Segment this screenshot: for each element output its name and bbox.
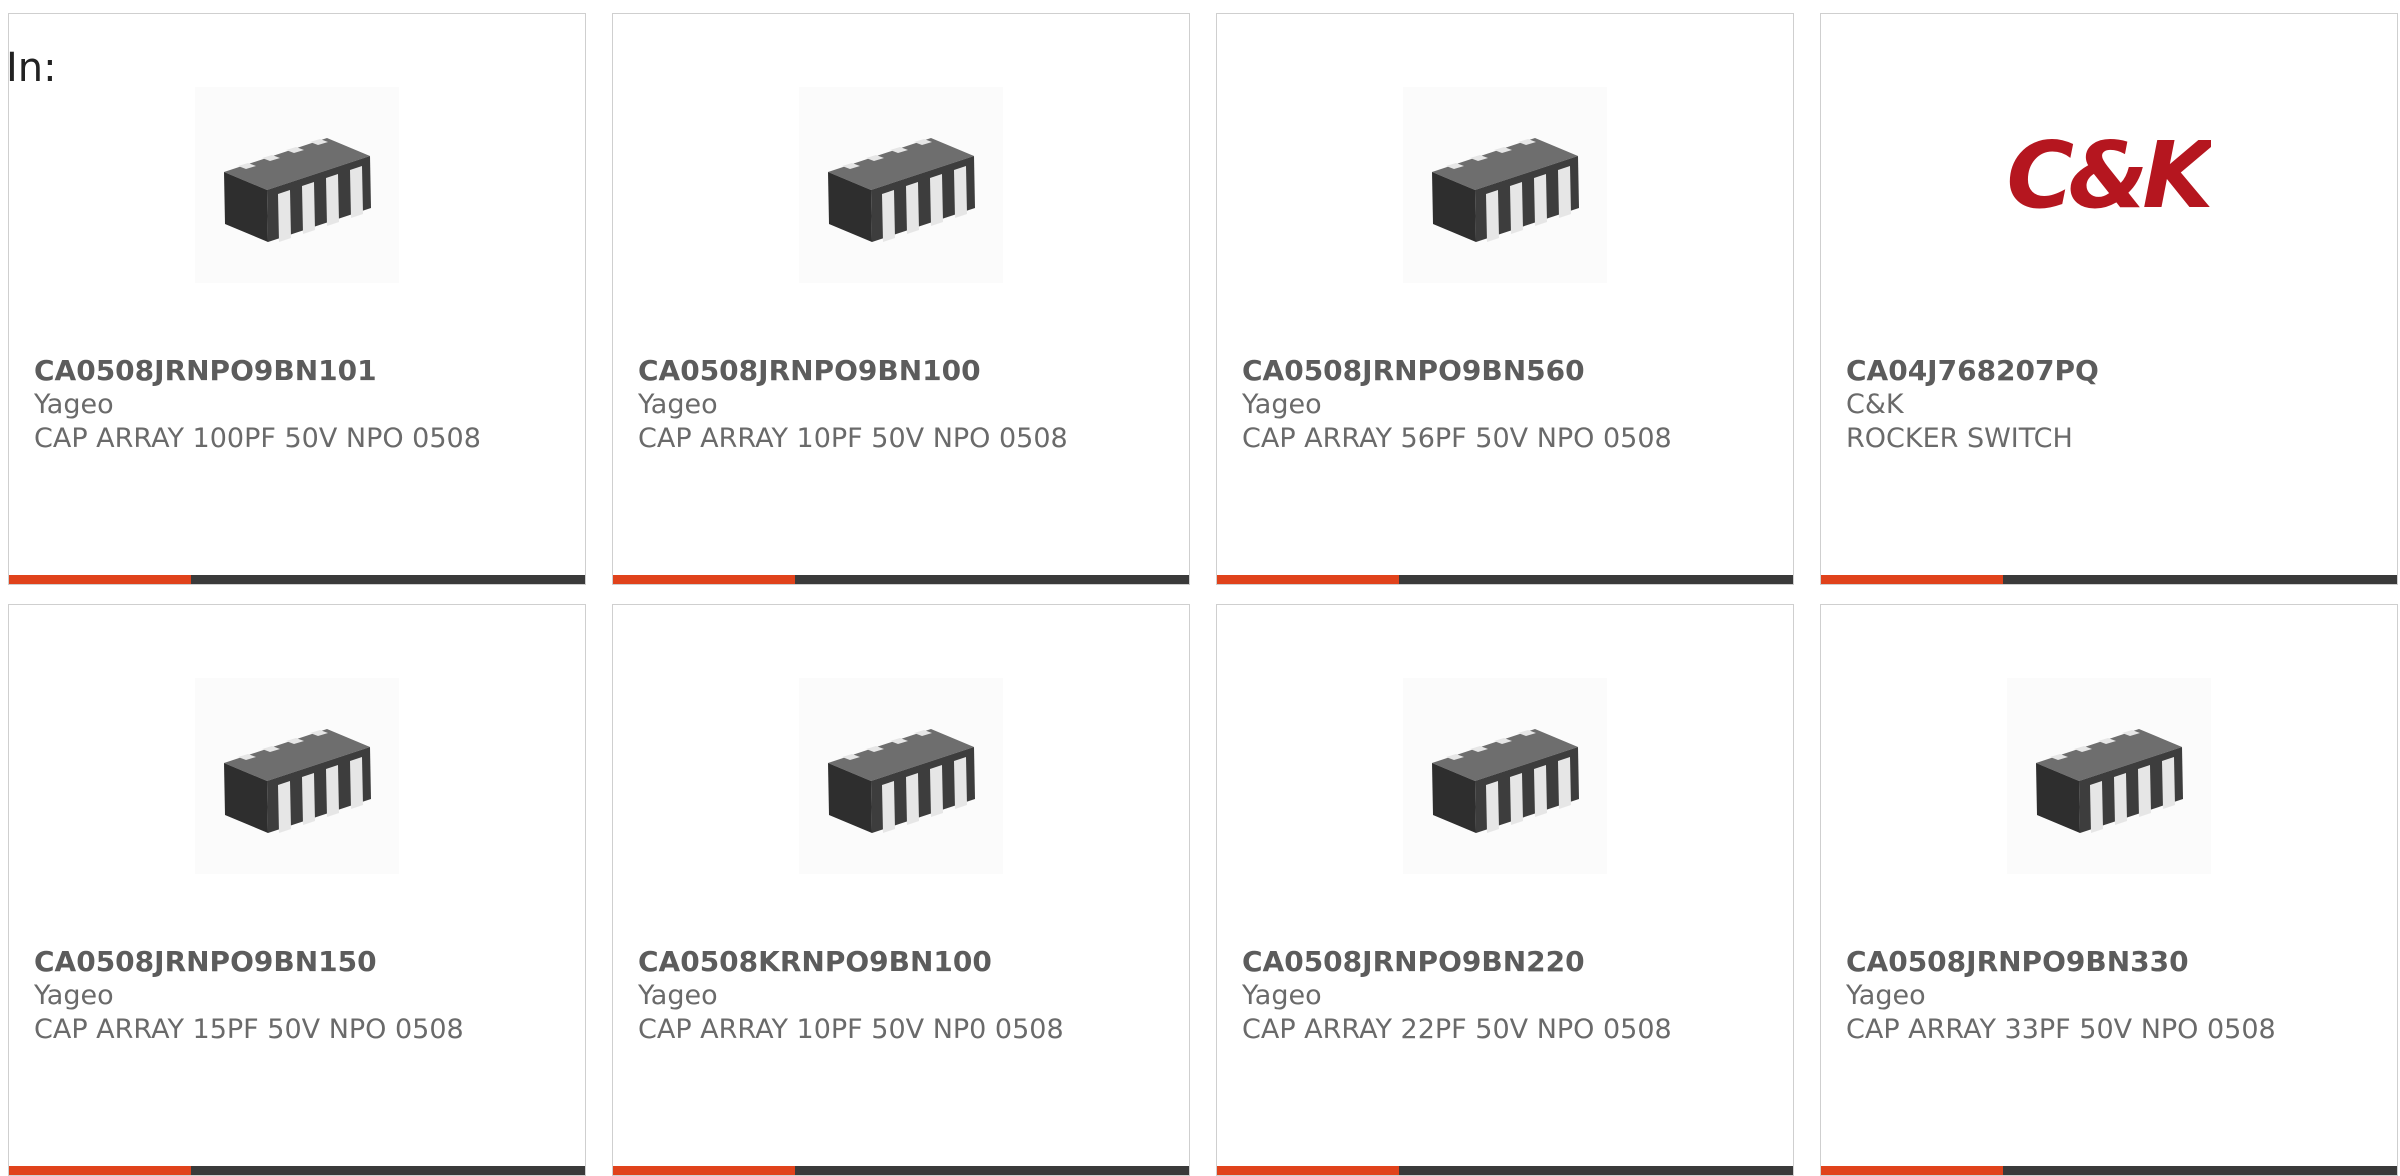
product-description: ROCKER SWITCH [1846, 423, 2073, 454]
product-card[interactable]: CA0508KRNPO9BN100 Yageo CAP ARRAY 10PF 5… [612, 604, 1190, 1176]
part-number[interactable]: CA0508JRNPO9BN100 [638, 354, 1169, 388]
product-info: CA0508JRNPO9BN220 Yageo CAP ARRAY 22PF 5… [1242, 945, 1773, 1047]
product-info: CA0508JRNPO9BN100 Yageo CAP ARRAY 10PF 5… [638, 354, 1169, 456]
product-card[interactable]: CA0508JRNPO9BN101 Yageo CAP ARRAY 100PF … [8, 13, 586, 585]
card-footer-bar [1217, 575, 1793, 584]
product-info: CA0508JRNPO9BN560 Yageo CAP ARRAY 56PF 5… [1242, 354, 1773, 456]
product-card[interactable]: CA0508JRNPO9BN100 Yageo CAP ARRAY 10PF 5… [612, 13, 1190, 585]
card-footer-bar [9, 1166, 585, 1175]
card-footer-bar [9, 575, 585, 584]
product-description: CAP ARRAY 56PF 50V NPO 0508 [1242, 423, 1672, 454]
chip-array-image[interactable] [799, 678, 1003, 874]
product-description: CAP ARRAY 10PF 50V NP0 0508 [638, 1014, 1064, 1045]
product-info: CA04J768207PQ C&K ROCKER SWITCH [1846, 354, 2377, 456]
product-grid: CA0508JRNPO9BN101 Yageo CAP ARRAY 100PF … [8, 13, 2400, 1176]
card-accent-bar [613, 1166, 795, 1175]
product-description: CAP ARRAY 10PF 50V NPO 0508 [638, 423, 1068, 454]
part-number[interactable]: CA0508JRNPO9BN220 [1242, 945, 1773, 979]
manufacturer: Yageo [1242, 389, 1322, 420]
card-accent-bar [1217, 575, 1399, 584]
product-card[interactable]: CA0508JRNPO9BN330 Yageo CAP ARRAY 33PF 5… [1820, 604, 2398, 1176]
product-info: CA0508JRNPO9BN101 Yageo CAP ARRAY 100PF … [34, 354, 565, 456]
card-footer-bar [1821, 1166, 2397, 1175]
chip-array-image[interactable] [195, 87, 399, 283]
product-info: CA0508KRNPO9BN100 Yageo CAP ARRAY 10PF 5… [638, 945, 1169, 1047]
card-accent-bar [9, 575, 191, 584]
product-card[interactable]: CA0508JRNPO9BN220 Yageo CAP ARRAY 22PF 5… [1216, 604, 1794, 1176]
manufacturer: C&K [1846, 389, 1904, 420]
product-card[interactable]: C&K CA04J768207PQ C&K ROCKER SWITCH [1820, 13, 2398, 585]
product-description: CAP ARRAY 33PF 50V NPO 0508 [1846, 1014, 2276, 1045]
card-footer-bar [1217, 1166, 1793, 1175]
chip-array-image[interactable] [1403, 678, 1607, 874]
product-info: CA0508JRNPO9BN150 Yageo CAP ARRAY 15PF 5… [34, 945, 565, 1047]
product-info: CA0508JRNPO9BN330 Yageo CAP ARRAY 33PF 5… [1846, 945, 2377, 1047]
chip-array-image[interactable] [1403, 87, 1607, 283]
part-number[interactable]: CA04J768207PQ [1846, 354, 2377, 388]
chip-array-image[interactable] [195, 678, 399, 874]
manufacturer: Yageo [34, 389, 114, 420]
product-description: CAP ARRAY 15PF 50V NPO 0508 [34, 1014, 464, 1045]
card-accent-bar [9, 1166, 191, 1175]
manufacturer: Yageo [1242, 980, 1322, 1011]
manufacturer: Yageo [34, 980, 114, 1011]
product-card[interactable]: CA0508JRNPO9BN560 Yageo CAP ARRAY 56PF 5… [1216, 13, 1794, 585]
card-accent-bar [613, 575, 795, 584]
part-number[interactable]: CA0508KRNPO9BN100 [638, 945, 1169, 979]
filter-label: In: [6, 45, 57, 91]
part-number[interactable]: CA0508JRNPO9BN150 [34, 945, 565, 979]
manufacturer: Yageo [638, 980, 718, 1011]
card-accent-bar [1821, 1166, 2003, 1175]
part-number[interactable]: CA0508JRNPO9BN330 [1846, 945, 2377, 979]
product-card[interactable]: CA0508JRNPO9BN150 Yageo CAP ARRAY 15PF 5… [8, 604, 586, 1176]
card-footer-bar [1821, 575, 2397, 584]
card-accent-bar [1217, 1166, 1399, 1175]
card-accent-bar [1821, 575, 2003, 584]
product-description: CAP ARRAY 100PF 50V NPO 0508 [34, 423, 481, 454]
manufacturer: Yageo [1846, 980, 1926, 1011]
part-number[interactable]: CA0508JRNPO9BN560 [1242, 354, 1773, 388]
chip-array-image[interactable] [2007, 678, 2211, 874]
card-footer-bar [613, 575, 1189, 584]
card-footer-bar [613, 1166, 1189, 1175]
product-description: CAP ARRAY 22PF 50V NPO 0508 [1242, 1014, 1672, 1045]
ck-logo-text: C&K [2007, 125, 2211, 229]
ck-logo[interactable]: C&K [2007, 87, 2211, 283]
part-number[interactable]: CA0508JRNPO9BN101 [34, 354, 565, 388]
chip-array-image[interactable] [799, 87, 1003, 283]
manufacturer: Yageo [638, 389, 718, 420]
